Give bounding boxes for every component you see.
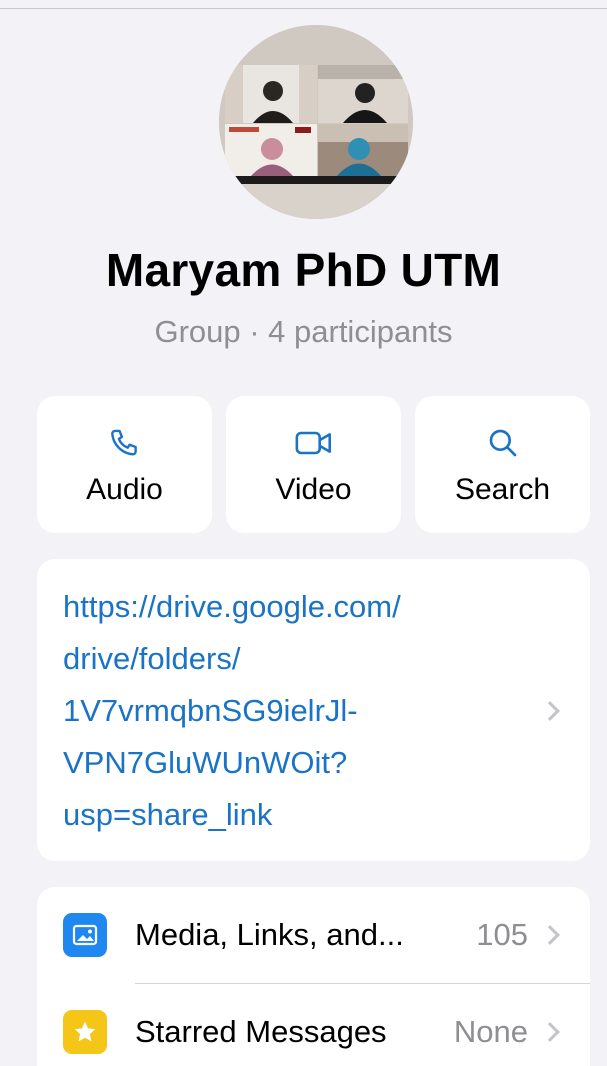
description-link[interactable]: https://drive.google.com/ drive/folders/… xyxy=(63,581,533,841)
action-buttons: Audio Video Search xyxy=(37,396,590,533)
info-list: Media, Links, and... 105 Starred Message… xyxy=(37,887,590,1066)
search-icon xyxy=(487,423,519,463)
video-label: Video xyxy=(275,472,352,506)
link-line: https://drive.google.com/ xyxy=(63,589,401,624)
audio-label: Audio xyxy=(86,472,163,506)
top-divider xyxy=(0,8,607,9)
starred-value: None xyxy=(453,1014,528,1049)
link-line: drive/folders/ xyxy=(63,641,241,676)
video-camera-icon xyxy=(294,423,334,463)
audio-call-button[interactable]: Audio xyxy=(37,396,212,533)
chevron-right-icon xyxy=(540,1022,560,1042)
link-line: VPN7GluWUnWOit? xyxy=(63,745,348,780)
chevron-right-icon xyxy=(540,701,560,721)
search-button[interactable]: Search xyxy=(415,396,590,533)
starred-messages-label: Starred Messages xyxy=(135,1014,387,1049)
chevron-right-icon xyxy=(540,925,560,945)
link-line: usp=share_link xyxy=(63,797,273,832)
video-call-photo xyxy=(219,25,413,219)
star-icon xyxy=(63,1010,107,1054)
video-call-button[interactable]: Video xyxy=(226,396,401,533)
group-name: Maryam PhD UTM xyxy=(105,244,502,296)
phone-icon xyxy=(108,423,142,463)
photo-icon xyxy=(63,913,107,957)
media-links-label: Media, Links, and... xyxy=(135,917,404,952)
media-links-docs-row[interactable]: Media, Links, and... 105 xyxy=(37,887,590,983)
link-line: 1V7vrmqbnSG9ielrJl- xyxy=(63,693,358,728)
media-count: 105 xyxy=(476,917,528,952)
group-avatar[interactable] xyxy=(219,25,413,219)
starred-messages-row[interactable]: Starred Messages None xyxy=(37,984,590,1066)
group-description-card[interactable]: https://drive.google.com/ drive/folders/… xyxy=(37,559,590,861)
group-subtitle: Group · 4 participants xyxy=(154,314,453,349)
search-label: Search xyxy=(454,472,551,506)
